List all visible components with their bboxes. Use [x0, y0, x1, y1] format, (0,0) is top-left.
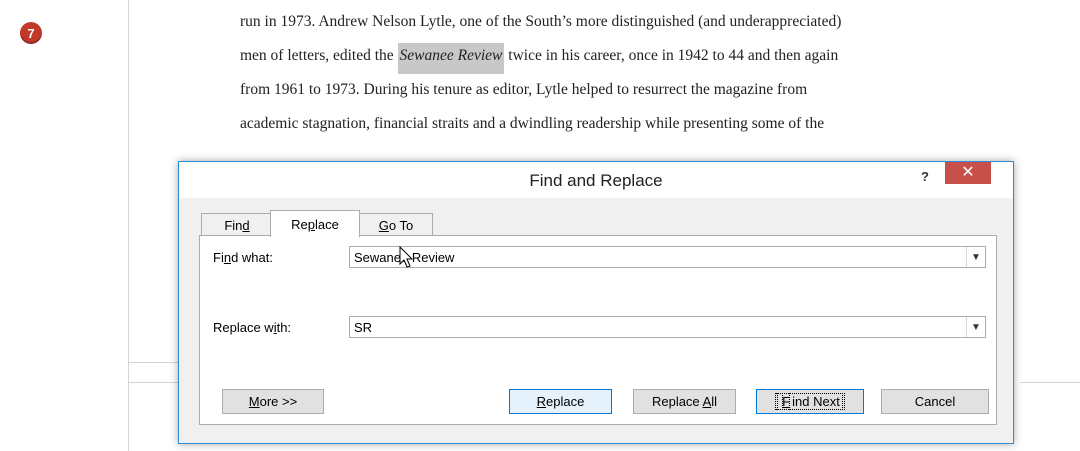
- text-after-match: twice in his career, once in 1942 to 44 …: [504, 47, 839, 64]
- tab-go-to[interactable]: Go To: [359, 213, 433, 236]
- replace-with-label: Replace with:: [213, 320, 292, 335]
- tab-replace-label: Replace: [291, 216, 339, 232]
- chevron-down-icon[interactable]: ▼: [966, 317, 985, 337]
- left-gutter: 7: [0, 0, 128, 451]
- tab-replace[interactable]: Replace: [270, 210, 360, 237]
- text-before-match: men of letters, edited the: [240, 47, 398, 64]
- mouse-pointer-icon: [399, 246, 414, 268]
- find-next-button[interactable]: Find Next: [756, 389, 864, 414]
- replace-button[interactable]: Replace: [509, 389, 612, 414]
- replace-button-label: Replace: [536, 394, 585, 409]
- more-button[interactable]: More >>: [222, 389, 324, 414]
- document-line: men of letters, edited the Sewanee Revie…: [240, 43, 1040, 80]
- document-line: from 1961 to 1973. During his tenure as …: [240, 81, 808, 98]
- tab-find-label: Find: [224, 217, 250, 233]
- replace-all-button[interactable]: Replace All: [633, 389, 736, 414]
- cancel-button[interactable]: Cancel: [881, 389, 989, 414]
- find-what-combobox[interactable]: ▼: [349, 246, 986, 268]
- cancel-button-label: Cancel: [914, 394, 956, 409]
- find-what-label: Find what:: [213, 250, 273, 265]
- tab-go-to-label: Go To: [378, 217, 414, 233]
- more-button-label: More >>: [248, 394, 298, 409]
- help-button[interactable]: ?: [915, 166, 935, 188]
- dialog-titlebar[interactable]: Find and Replace ? ✕: [179, 162, 1013, 198]
- document-line: academic stagnation, financial straits a…: [240, 115, 825, 132]
- replace-with-combobox[interactable]: ▼: [349, 316, 986, 338]
- find-what-input[interactable]: [350, 247, 954, 267]
- search-match-highlight: Sewanee Review: [397, 43, 505, 74]
- page-break-line: [1020, 382, 1080, 383]
- replace-with-input[interactable]: [350, 317, 954, 337]
- close-button[interactable]: ✕: [945, 162, 991, 184]
- close-icon: ✕: [961, 164, 975, 181]
- chevron-down-icon[interactable]: ▼: [966, 247, 985, 267]
- page-border: [128, 0, 129, 451]
- dialog-title: Find and Replace: [529, 171, 663, 190]
- document-line: run in 1973. Andrew Nelson Lytle, one of…: [240, 13, 842, 30]
- tab-find[interactable]: Find: [201, 213, 273, 236]
- find-replace-dialog: Find and Replace ? ✕ Find Replace Go To …: [178, 161, 1014, 444]
- replace-all-button-label: Replace All: [651, 394, 718, 409]
- document-body[interactable]: run in 1973. Andrew Nelson Lytle, one of…: [240, 12, 1040, 148]
- step-number-badge: 7: [20, 22, 42, 44]
- find-next-button-label: Find Next: [775, 393, 845, 410]
